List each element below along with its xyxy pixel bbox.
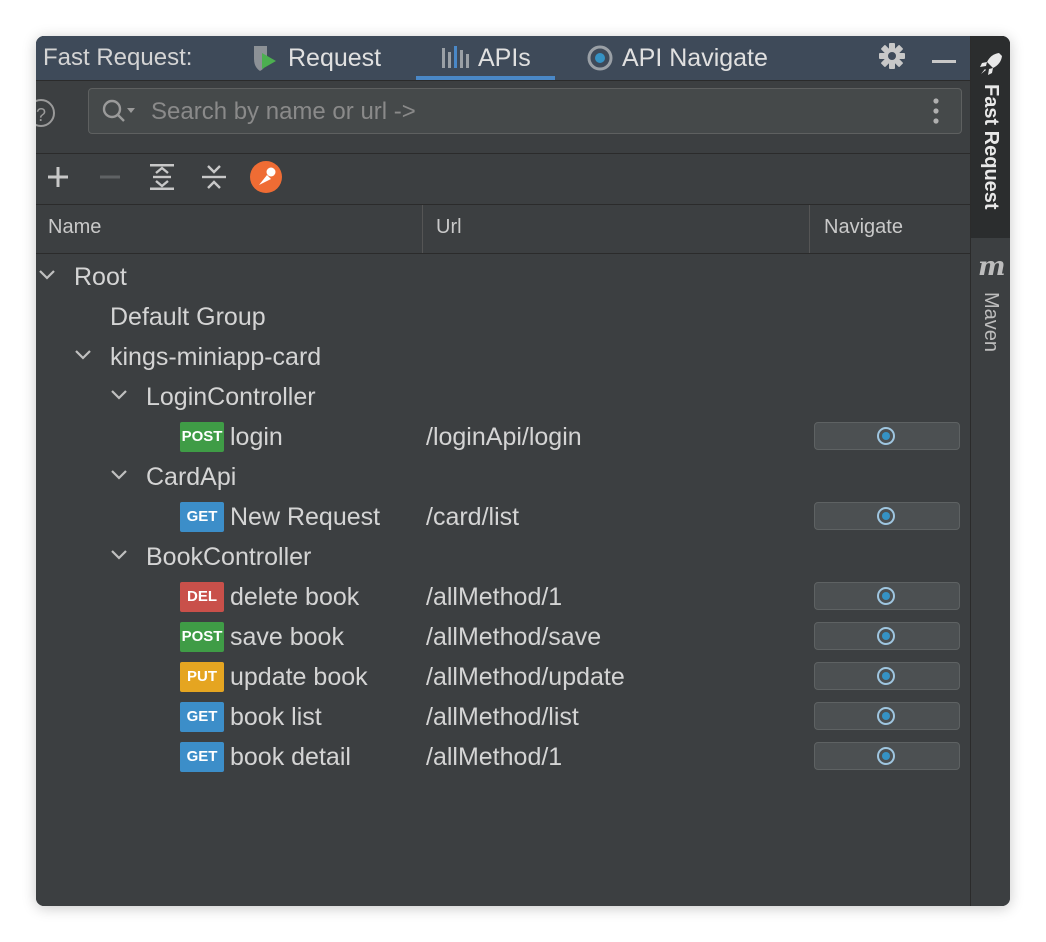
tree-toolbar [36,154,970,205]
column-header-navigate[interactable]: Navigate [824,216,903,239]
search-row: ? [36,81,970,154]
column-divider[interactable] [809,205,810,253]
tree-node-label: BookController [146,543,312,571]
search-icon[interactable] [101,98,137,129]
method-badge-get: GET [180,742,224,772]
navigate-button[interactable] [814,622,960,650]
column-header-name[interactable]: Name [48,216,101,239]
maven-icon: m [978,252,1006,282]
tree-node-label: LoginController [146,383,316,411]
api-row[interactable]: GET book detail /allMethod/1 [36,739,970,779]
navigate-target-icon [877,747,895,765]
tree-node-label: Default Group [110,303,266,331]
tree-node-label: Root [74,263,127,291]
chevron-down-icon[interactable] [36,263,58,285]
tool-window-title: Fast Request: [43,44,193,71]
navigate-target-icon [586,44,614,72]
tree-row-controller[interactable]: LoginController [36,379,970,419]
navigate-button[interactable] [814,422,960,450]
api-row[interactable]: POST login /loginApi/login [36,419,970,459]
expand-all-icon[interactable] [147,162,177,192]
apis-panel: Fast Request: Request APIs API Navigate … [36,36,970,906]
side-tab-fast-request-label: Fast Request [980,84,1002,210]
more-options-icon[interactable] [933,97,939,130]
navigate-target-icon [877,427,895,445]
search-input[interactable] [149,95,913,129]
api-row[interactable]: GET book list /allMethod/list [36,699,970,739]
api-name: login [230,423,283,451]
tree-row-controller[interactable]: CardApi [36,459,970,499]
gear-icon[interactable] [878,42,906,75]
add-icon[interactable] [43,162,73,192]
method-badge-post: POST [180,622,224,652]
chevron-down-icon[interactable] [108,383,130,405]
method-badge-post: POST [180,422,224,452]
api-row[interactable]: PUT update book /allMethod/update [36,659,970,699]
tree-node-label: kings-miniapp-card [110,343,322,371]
navigate-button[interactable] [814,662,960,690]
api-url: /loginApi/login [426,423,582,451]
api-row[interactable]: DEL delete book /allMethod/1 [36,579,970,619]
tab-request-label: Request [288,43,382,72]
side-tab-maven[interactable]: m Maven [971,252,1010,382]
navigate-button[interactable] [814,582,960,610]
api-name: book list [230,703,322,731]
collapse-all-icon[interactable] [199,162,229,192]
tool-window-header: Fast Request: Request APIs API Navigate [36,36,970,81]
navigate-target-icon [877,507,895,525]
navigate-target-icon [877,587,895,605]
tab-request[interactable]: Request [250,36,381,80]
api-name: update book [230,663,368,691]
chevron-down-icon[interactable] [108,543,130,565]
side-tab-maven-label: Maven [980,292,1002,353]
api-row[interactable]: GET New Request /card/list [36,499,970,539]
search-box[interactable] [88,88,962,134]
tab-api-navigate-label: API Navigate [622,43,768,72]
side-tab-fast-request[interactable]: Fast Request [971,36,1010,238]
api-url: /card/list [426,503,520,531]
api-name: delete book [230,583,360,611]
navigate-button[interactable] [814,742,960,770]
remove-icon[interactable] [95,162,125,192]
right-tool-strip: Fast Request m Maven [970,36,1010,906]
tree-row-root[interactable]: Root [36,259,970,299]
tree-row-controller[interactable]: BookController [36,539,970,579]
api-url: /allMethod/update [426,663,625,691]
method-badge-get: GET [180,502,224,532]
api-url: /allMethod/save [426,623,602,651]
tree-node-label: CardApi [146,463,237,491]
tab-apis[interactable]: APIs [416,36,555,80]
fast-request-window: Fast Request: Request APIs API Navigate … [36,36,1010,906]
tree-row-module[interactable]: kings-miniapp-card [36,339,970,379]
api-name: New Request [230,503,381,531]
apis-bars-icon [440,44,470,72]
method-badge-put: PUT [180,662,224,692]
navigate-target-icon [877,627,895,645]
api-row[interactable]: POST save book /allMethod/save [36,619,970,659]
api-name: book detail [230,743,351,771]
postman-icon[interactable] [249,160,283,194]
api-name: save book [230,623,344,651]
tab-api-navigate[interactable]: API Navigate [586,36,768,80]
help-icon[interactable]: ? [36,99,55,127]
method-badge-get: GET [180,702,224,732]
chevron-down-icon[interactable] [108,463,130,485]
navigate-target-icon [877,707,895,725]
api-url: /allMethod/list [426,703,579,731]
column-header-url[interactable]: Url [436,216,462,239]
tab-apis-label: APIs [478,43,531,72]
navigate-button[interactable] [814,502,960,530]
tree-row-default-group[interactable]: Default Group [36,299,970,339]
table-header: Name Url Navigate [36,205,970,254]
chevron-down-icon[interactable] [72,343,94,365]
api-url: /allMethod/1 [426,743,563,771]
column-divider[interactable] [422,205,423,253]
request-shield-icon [250,43,280,73]
minimize-icon[interactable] [932,52,956,70]
navigate-target-icon [877,667,895,685]
api-url: /allMethod/1 [426,583,563,611]
method-badge-del: DEL [180,582,224,612]
navigate-button[interactable] [814,702,960,730]
rocket-icon [977,50,1005,83]
